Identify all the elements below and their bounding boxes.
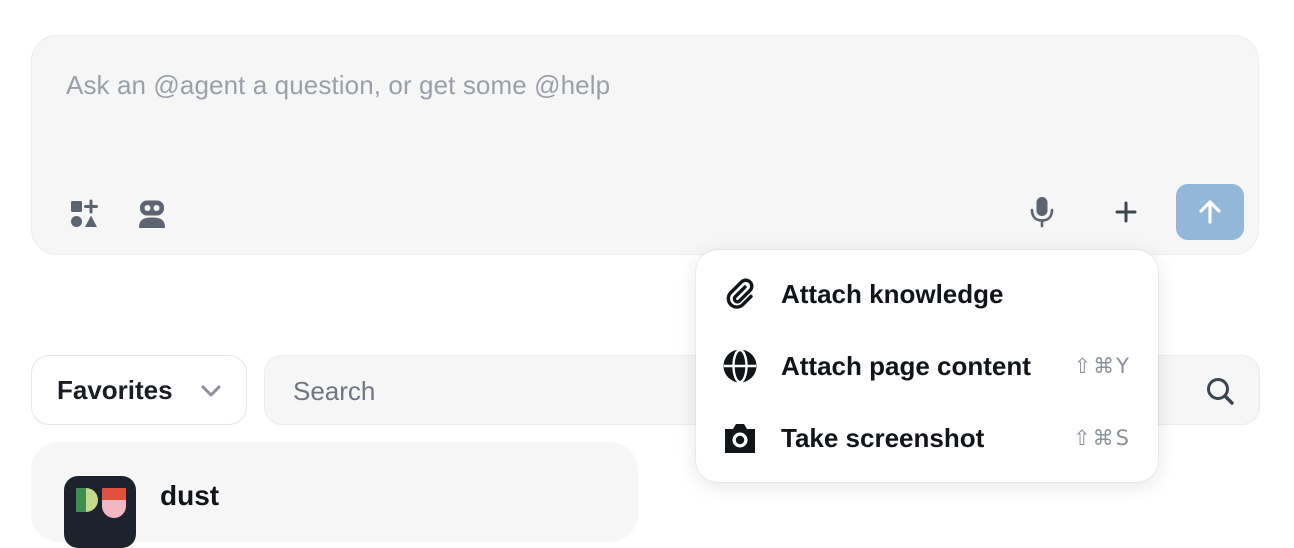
- menu-item-attach-knowledge[interactable]: Attach knowledge: [696, 261, 1158, 327]
- search-icon[interactable]: [1205, 376, 1235, 406]
- tools-icon[interactable]: [66, 196, 102, 232]
- keyboard-shortcut: ⇧⌘S: [1073, 426, 1131, 450]
- attach-menu: Attach knowledge Attach page content ⇧⌘Y…: [696, 250, 1158, 482]
- chevron-down-icon: [201, 385, 221, 397]
- robot-icon[interactable]: [134, 196, 170, 232]
- camera-icon: [725, 424, 755, 453]
- paperclip-icon: [726, 278, 754, 309]
- agent-card[interactable]: dust: [31, 442, 638, 548]
- globe-icon: [723, 348, 757, 384]
- microphone-icon[interactable]: [1024, 194, 1060, 230]
- favorites-dropdown[interactable]: Favorites: [31, 355, 247, 425]
- composer-input[interactable]: Ask an @agent a question, or get some @h…: [66, 70, 610, 101]
- agent-name: dust: [160, 480, 220, 511]
- message-composer[interactable]: Ask an @agent a question, or get some @h…: [31, 35, 1259, 255]
- menu-item-attach-page-content[interactable]: Attach page content ⇧⌘Y: [696, 333, 1158, 399]
- menu-item-label: Attach page content: [781, 351, 1031, 381]
- favorites-dropdown-label: Favorites: [57, 374, 173, 405]
- keyboard-shortcut: ⇧⌘Y: [1073, 354, 1131, 378]
- send-button[interactable]: [1176, 184, 1244, 240]
- arrow-up-icon: [1199, 200, 1221, 224]
- dust-logo: [64, 476, 136, 548]
- menu-item-label: Attach knowledge: [781, 279, 1004, 309]
- plus-icon[interactable]: [1108, 194, 1144, 230]
- menu-item-label: Take screenshot: [781, 423, 985, 453]
- menu-item-take-screenshot[interactable]: Take screenshot ⇧⌘S: [696, 405, 1158, 471]
